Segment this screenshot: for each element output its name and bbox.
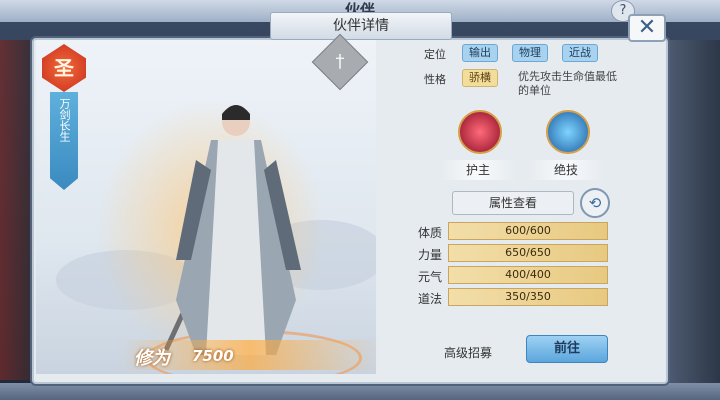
position-tag-output: 输出: [462, 44, 498, 62]
companion-figure: [163, 105, 301, 355]
stat-value: 650/650: [448, 244, 608, 262]
bottom-background-strip: [0, 383, 720, 400]
companion-name: 万剑长生: [58, 98, 71, 142]
close-button[interactable]: ✕: [628, 14, 666, 42]
stat-label: 力量: [418, 248, 443, 262]
refresh-icon[interactable]: ⟲: [580, 188, 610, 218]
personality-description: 优先攻击生命值最低的单位: [518, 70, 617, 97]
character-display: [36, 40, 376, 374]
xiuwei-value: 7500: [192, 347, 234, 365]
red-crystal-skill-icon[interactable]: [458, 110, 502, 154]
position-tag-physical: 物理: [512, 44, 548, 62]
position-tag-melee: 近战: [562, 44, 598, 62]
right-background-strip: [668, 40, 720, 400]
view-attributes-button[interactable]: 属性查看: [452, 191, 574, 215]
position-label: 定位: [424, 48, 446, 61]
personality-tag: 骄横: [462, 69, 498, 87]
sword-icon: †: [335, 51, 345, 72]
stat-label: 元气: [418, 270, 443, 284]
stat-value: 600/600: [448, 222, 608, 240]
stat-label: 体质: [418, 226, 443, 240]
panel-title: 伙伴详情: [270, 12, 452, 40]
advanced-recruit-label: 高级招募: [444, 346, 493, 360]
goto-button[interactable]: 前往: [526, 335, 608, 363]
skill-label-ultimate: 绝技: [528, 160, 604, 180]
personality-label: 性格: [424, 73, 446, 86]
blue-dragon-skill-icon[interactable]: [546, 110, 590, 154]
stat-label: 道法: [418, 292, 443, 306]
stat-value: 350/350: [448, 288, 608, 306]
left-background-strip: [0, 40, 30, 380]
stat-value: 400/400: [448, 266, 608, 284]
skill-label-protect: 护主: [440, 160, 516, 180]
xiuwei-label: 修为: [134, 348, 170, 369]
